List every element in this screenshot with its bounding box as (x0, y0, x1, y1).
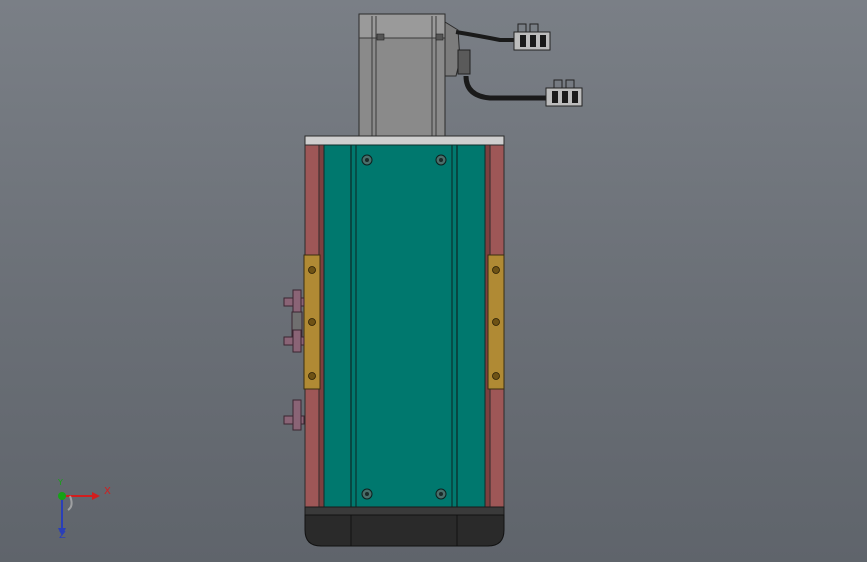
x-axis-label: X (104, 486, 111, 497)
y-axis-label: Y (58, 478, 63, 487)
view-triad-icon[interactable]: X Y Z (40, 478, 120, 550)
motor-cables (455, 23, 583, 107)
cad-viewport[interactable]: X Y Z (0, 0, 867, 562)
linear-actuator-model[interactable] (0, 0, 867, 562)
end-cap (304, 506, 505, 547)
motor-flange (304, 135, 505, 146)
servo-motor (358, 13, 471, 137)
actuator-body (304, 144, 505, 516)
z-axis-label: Z (59, 530, 66, 541)
limit-sensors (283, 289, 305, 431)
carriage (323, 144, 486, 516)
